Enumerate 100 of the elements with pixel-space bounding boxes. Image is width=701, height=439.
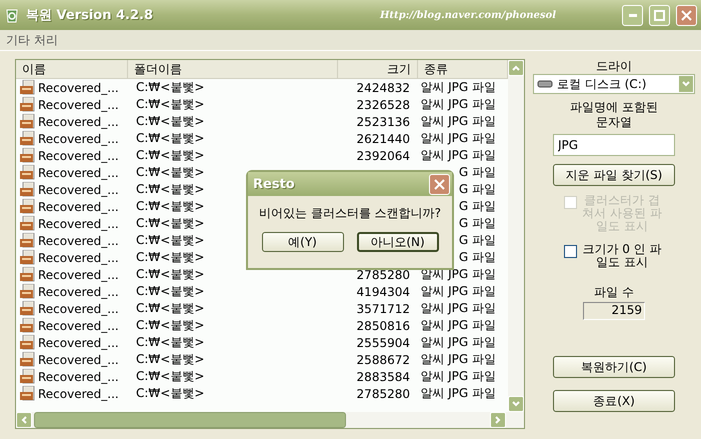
column-header[interactable]: 폴더이름 bbox=[128, 60, 338, 78]
jpg-file-icon bbox=[20, 318, 36, 333]
jpg-file-icon bbox=[20, 267, 36, 282]
file-name: Recovered_... bbox=[38, 250, 119, 264]
scroll-right-button[interactable] bbox=[490, 412, 506, 428]
file-name: Recovered_... bbox=[38, 302, 119, 316]
folder-name: C:₩<붙뻧> bbox=[136, 164, 204, 181]
drive-label: 드라이 bbox=[596, 59, 632, 74]
file-name: Recovered_... bbox=[38, 166, 119, 180]
file-name: Recovered_... bbox=[38, 98, 119, 112]
dialog-title: Resto bbox=[253, 176, 295, 192]
recycle-bin-icon bbox=[4, 7, 20, 23]
file-type: G 파일 bbox=[458, 164, 496, 181]
file-type: 알씨 JPG 파일 bbox=[420, 113, 496, 130]
file-name: Recovered_... bbox=[38, 114, 119, 128]
folder-name: C:₩<붙뻧> bbox=[136, 317, 204, 334]
jpg-file-icon bbox=[20, 386, 36, 401]
file-size: 2523136 bbox=[356, 114, 410, 128]
file-name: Recovered_... bbox=[38, 80, 119, 94]
file-type: G 파일 bbox=[458, 181, 496, 198]
jpg-file-icon bbox=[20, 352, 36, 367]
file-name: Recovered_... bbox=[38, 216, 119, 230]
jpg-file-icon bbox=[20, 148, 36, 163]
maximize-button[interactable] bbox=[649, 4, 670, 26]
dialog-message: 비어있는 클러스터를 스캔합니까? bbox=[258, 205, 442, 222]
folder-name: C:₩<붙뻧> bbox=[136, 232, 204, 249]
jpg-file-icon bbox=[20, 114, 36, 129]
minimize-button[interactable] bbox=[622, 4, 643, 26]
close-button[interactable] bbox=[676, 4, 697, 26]
file-name: Recovered_... bbox=[38, 386, 119, 400]
folder-name: C:₩<붙뻧> bbox=[136, 113, 204, 130]
file-size: 2785280 bbox=[356, 386, 410, 400]
jpg-file-icon bbox=[20, 369, 36, 384]
jpg-file-icon bbox=[20, 199, 36, 214]
filter-label: 파일명에 포함된 문자열 bbox=[569, 100, 659, 130]
file-size: 2883584 bbox=[356, 370, 410, 384]
file-size: 2621440 bbox=[356, 132, 410, 146]
folder-name: C:₩<붙뻧> bbox=[136, 283, 204, 300]
dialog-button[interactable]: 예(Y) bbox=[262, 232, 344, 252]
folder-name: C:₩<붙뻧> bbox=[136, 181, 204, 198]
folder-name: C:₩<붙뻧> bbox=[136, 79, 204, 96]
jpg-file-icon bbox=[20, 335, 36, 350]
file-name: Recovered_... bbox=[38, 200, 119, 214]
file-type: G 파일 bbox=[458, 198, 496, 215]
close-button[interactable] bbox=[429, 174, 450, 194]
folder-name: C:₩<붙뻧> bbox=[136, 334, 204, 351]
column-header[interactable]: 이름 bbox=[16, 60, 128, 78]
jpg-file-icon bbox=[20, 182, 36, 197]
jpg-file-icon bbox=[20, 165, 36, 180]
jpg-file-icon bbox=[20, 216, 36, 231]
file-type: 알씨 JPG 파일 bbox=[420, 283, 496, 300]
caret-icon bbox=[682, 81, 690, 87]
minimize-icon bbox=[628, 14, 636, 16]
file-type: 알씨 JPG 파일 bbox=[420, 147, 496, 164]
count-value: 2159 bbox=[583, 302, 645, 320]
search-button[interactable]: 지운 파일 찾기(S) bbox=[553, 164, 675, 186]
vertical-scrollbar[interactable] bbox=[508, 60, 524, 412]
file-type: G 파일 bbox=[458, 215, 496, 232]
drive-select[interactable]: 로컬 디스크 (C:) bbox=[533, 74, 695, 94]
folder-name: C:₩<붙뻧> bbox=[136, 198, 204, 215]
restore-button[interactable]: 복원하기(C) bbox=[553, 356, 675, 378]
file-name: Recovered_... bbox=[38, 336, 119, 350]
file-type: 알씨 JPG 파일 bbox=[420, 317, 496, 334]
menu-item[interactable]: 기타 처리 bbox=[6, 32, 58, 48]
jpg-file-icon bbox=[20, 97, 36, 112]
file-type: 알씨 JPG 파일 bbox=[420, 96, 496, 113]
file-type: 알씨 JPG 파일 bbox=[420, 351, 496, 368]
file-name: Recovered_... bbox=[38, 268, 119, 282]
folder-name: C:₩<붙뻧> bbox=[136, 266, 204, 283]
scroll-down-button[interactable] bbox=[508, 396, 524, 412]
file-type: 알씨 JPG 파일 bbox=[420, 130, 496, 147]
folder-name: C:₩<붙뻧> bbox=[136, 215, 204, 232]
jpg-file-icon bbox=[20, 233, 36, 248]
file-size: 2785280 bbox=[356, 268, 410, 282]
checkbox[interactable] bbox=[564, 245, 577, 258]
jpg-file-icon bbox=[20, 131, 36, 146]
horizontal-scrollbar[interactable] bbox=[16, 412, 524, 428]
folder-name: C:₩<붙뻧> bbox=[136, 385, 204, 402]
file-type: G 파일 bbox=[458, 232, 496, 249]
file-name: Recovered_... bbox=[38, 132, 119, 146]
file-name: Recovered_... bbox=[38, 318, 119, 332]
file-size: 2392064 bbox=[356, 148, 410, 162]
dialog-button[interactable]: 아니오(N) bbox=[356, 232, 438, 252]
scroll-up-button[interactable] bbox=[508, 60, 524, 76]
file-type: 알씨 JPG 파일 bbox=[420, 385, 496, 402]
jpg-file-icon bbox=[20, 284, 36, 299]
folder-name: C:₩<붙뻧> bbox=[136, 368, 204, 385]
file-name: Recovered_... bbox=[38, 284, 119, 298]
file-size: 2555904 bbox=[356, 336, 410, 350]
file-size: 2588672 bbox=[356, 352, 410, 366]
file-type: 알씨 JPG 파일 bbox=[420, 266, 496, 283]
exit-button[interactable]: 종료(X) bbox=[553, 390, 675, 412]
scroll-left-button[interactable] bbox=[16, 412, 32, 428]
file-type: 알씨 JPG 파일 bbox=[420, 79, 496, 96]
scroll-thumb[interactable] bbox=[34, 412, 346, 428]
file-size: 2326528 bbox=[356, 98, 410, 112]
dropdown-button[interactable] bbox=[678, 75, 694, 93]
file-size: 2424832 bbox=[356, 80, 410, 94]
column-header[interactable]: 크기 bbox=[338, 60, 418, 78]
url-text: Http://blog.naver.com/phonesol bbox=[380, 10, 556, 20]
